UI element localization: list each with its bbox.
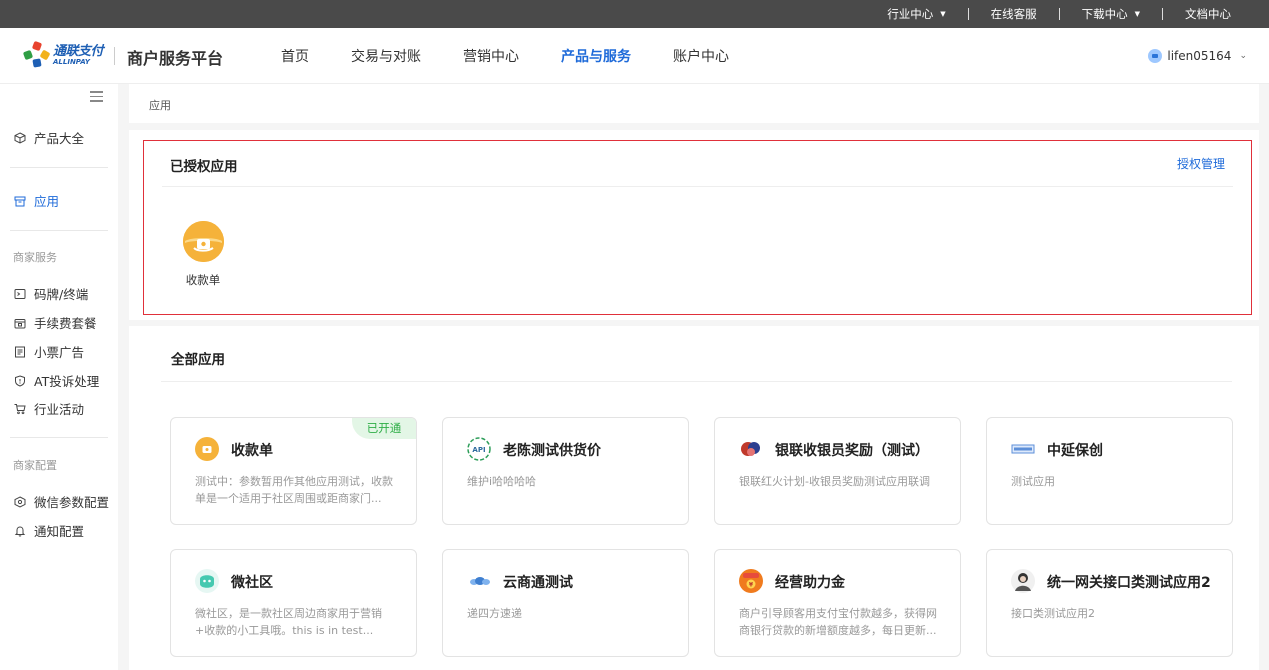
api-icon: API <box>467 437 491 461</box>
settings-cube-icon <box>14 495 26 508</box>
app-card-title: 中延保创 <box>1047 443 1103 459</box>
cube-icon <box>14 131 26 144</box>
boost-fund-icon: ¥ <box>739 569 763 593</box>
status-badge: 已开通 <box>352 418 416 439</box>
breadcrumb: 应用 <box>129 84 1259 123</box>
sidebar-item-wechat-config[interactable]: 微信参数配置 <box>14 492 109 511</box>
main-header: 通联支付 ALLINPAY 商户服务平台 首页 交易与对账 营销中心 产品与服务… <box>0 28 1269 84</box>
app-card-desc: 接口类测试应用2 <box>1011 607 1095 620</box>
all-apps-title: 全部应用 <box>171 352 225 368</box>
box-icon <box>14 195 26 207</box>
topbar-download-center[interactable]: 下载中心 ▼ <box>1082 6 1140 22</box>
micro-community-icon <box>195 569 219 593</box>
platform-title: 商户服务平台 <box>127 49 224 68</box>
unionpay-reward-icon <box>739 437 763 461</box>
app-card-desc: 微社区，是一款社区周边商家用于营销+收款的小工具哦。this is in tes… <box>195 607 382 637</box>
authorized-apps-box: 已授权应用 授权管理 收款单 <box>143 140 1252 315</box>
app-card-receipt[interactable]: 已开通 收款单 测试中：参数暂用作其他应用测试，收款单是一个适用于社区周围或距商… <box>170 417 417 525</box>
app-card-desc: 维护i哈哈哈哈 <box>467 475 537 488</box>
user-menu[interactable]: lifen05164 ⌄ <box>1148 28 1247 84</box>
chevron-down-icon: ⌄ <box>1239 51 1247 61</box>
receipt-icon <box>14 346 26 358</box>
logo-name-cn: 通联支付 <box>53 43 104 59</box>
sidebar-item-complaints[interactable]: AT投诉处理 <box>14 371 99 390</box>
app-card-title: 统一网关接口类测试应用2 <box>1047 575 1211 591</box>
allinpay-logo-icon <box>22 40 51 68</box>
sidebar-group-merchant-service: 商家服务 <box>13 251 57 264</box>
allinpay-logo[interactable]: 通联支付 ALLINPAY <box>22 40 104 68</box>
app-card-title: 银联收银员奖励（测试） <box>775 443 929 459</box>
avatar-icon <box>1011 569 1035 593</box>
sidebar-item-industry-activity[interactable]: 行业活动 <box>14 399 84 418</box>
sidebar-item-receipt-ads[interactable]: 小票广告 <box>14 342 84 361</box>
divider <box>967 8 969 20</box>
menu-icon[interactable] <box>90 91 103 102</box>
authorized-apps-title: 已授权应用 <box>170 159 238 175</box>
main-nav: 首页 交易与对账 营销中心 产品与服务 账户中心 <box>281 28 771 84</box>
topbar-industry-center[interactable]: 行业中心 ▼ <box>887 6 945 22</box>
nav-home[interactable]: 首页 <box>281 46 309 66</box>
authorized-app-receipt[interactable]: 收款单 <box>182 221 224 287</box>
app-card-supply-price-test[interactable]: API 老陈测试供货价 维护i哈哈哈哈 <box>442 417 689 525</box>
caret-down-icon: ▼ <box>940 10 946 18</box>
divider <box>114 47 115 65</box>
nav-transactions[interactable]: 交易与对账 <box>351 46 421 66</box>
app-card-title: 微社区 <box>231 575 273 591</box>
receipt-app-icon <box>182 221 224 262</box>
divider <box>10 230 108 231</box>
authorized-apps-panel: 已授权应用 授权管理 收款单 <box>129 130 1259 320</box>
package-icon <box>14 317 26 329</box>
authorization-manage-link[interactable]: 授权管理 <box>1177 155 1225 172</box>
divider <box>10 167 108 168</box>
sidebar: 产品大全 应用 商家服务 码牌/终端 手续费套餐 小票广告 AT投诉处理 行业活… <box>0 84 118 670</box>
app-card-micro-community[interactable]: 微社区 微社区，是一款社区周边商家用于营销+收款的小工具哦。this is in… <box>170 549 417 657</box>
sidebar-item-fee-package[interactable]: 手续费套餐 <box>14 313 97 332</box>
avatar <box>1148 49 1163 63</box>
app-card-zhongyan-baochuang[interactable]: 中延保创 测试应用 <box>986 417 1233 525</box>
nav-products-services[interactable]: 产品与服务 <box>561 46 631 66</box>
app-card-desc: 商户引导顾客用支付宝付款越多，获得网商银行贷款的新增额度越多，每日更新... <box>739 607 937 637</box>
username: lifen05164 <box>1167 49 1232 63</box>
receipt-app-icon <box>195 437 219 461</box>
app-card-business-boost-fund[interactable]: ¥ 经营助力金 商户引导顾客用支付宝付款越多，获得网商银行贷款的新增额度越多，每… <box>714 549 961 657</box>
divider <box>1058 8 1060 20</box>
app-card-desc: 测试应用 <box>1011 475 1055 488</box>
sidebar-item-terminal[interactable]: 码牌/终端 <box>14 284 88 303</box>
sidebar-group-merchant-config: 商家配置 <box>13 459 57 472</box>
breadcrumb-current: 应用 <box>149 99 171 112</box>
app-card-unionpay-cashier-reward[interactable]: 银联收银员奖励（测试） 银联红火计划-收银员奖励测试应用联调 <box>714 417 961 525</box>
app-card-desc: 递四方速递 <box>467 607 522 620</box>
app-card-title: 云商通测试 <box>503 575 573 591</box>
nav-account[interactable]: 账户中心 <box>673 46 729 66</box>
all-apps-panel: 全部应用 已开通 收款单 测试中：参数暂用作其他应用测试，收款单是一个适用于社区… <box>129 326 1259 670</box>
app-card-title: 老陈测试供货价 <box>503 443 601 459</box>
app-card-desc: 测试中：参数暂用作其他应用测试，收款单是一个适用于社区周围或距商家门... <box>195 475 393 505</box>
zhongyan-logo-icon <box>1011 437 1035 461</box>
app-card-title: 收款单 <box>231 443 273 459</box>
cart-icon <box>14 403 26 415</box>
terminal-icon <box>14 288 26 300</box>
logo-name-en: ALLINPAY <box>53 57 90 66</box>
nav-marketing[interactable]: 营销中心 <box>463 46 519 66</box>
yunshangtong-icon <box>467 569 491 593</box>
topbar-online-service[interactable]: 在线客服 <box>991 6 1037 22</box>
divider <box>162 186 1233 187</box>
shield-icon <box>14 374 26 387</box>
app-card-desc: 银联红火计划-收银员奖励测试应用联调 <box>739 475 930 488</box>
top-utility-bar: 行业中心 ▼ 在线客服 下载中心 ▼ 文档中心 <box>0 0 1269 28</box>
divider <box>161 381 1232 382</box>
bell-icon <box>14 525 26 537</box>
divider <box>1162 8 1163 20</box>
caret-down-icon: ▼ <box>1134 10 1140 18</box>
authorized-app-label: 收款单 <box>185 273 221 287</box>
app-card-yunshangtong-test[interactable]: 云商通测试 递四方速递 <box>442 549 689 657</box>
sidebar-item-notification-config[interactable]: 通知配置 <box>14 521 84 540</box>
sidebar-item-apps[interactable]: 应用 <box>14 191 59 210</box>
divider <box>10 437 108 438</box>
app-card-gateway-interface-test-2[interactable]: 统一网关接口类测试应用2 接口类测试应用2 <box>986 549 1233 657</box>
app-card-title: 经营助力金 <box>775 575 845 591</box>
sidebar-item-all-products[interactable]: 产品大全 <box>14 128 84 147</box>
svg-text:API: API <box>472 446 485 454</box>
topbar-docs-center[interactable]: 文档中心 <box>1185 6 1231 22</box>
